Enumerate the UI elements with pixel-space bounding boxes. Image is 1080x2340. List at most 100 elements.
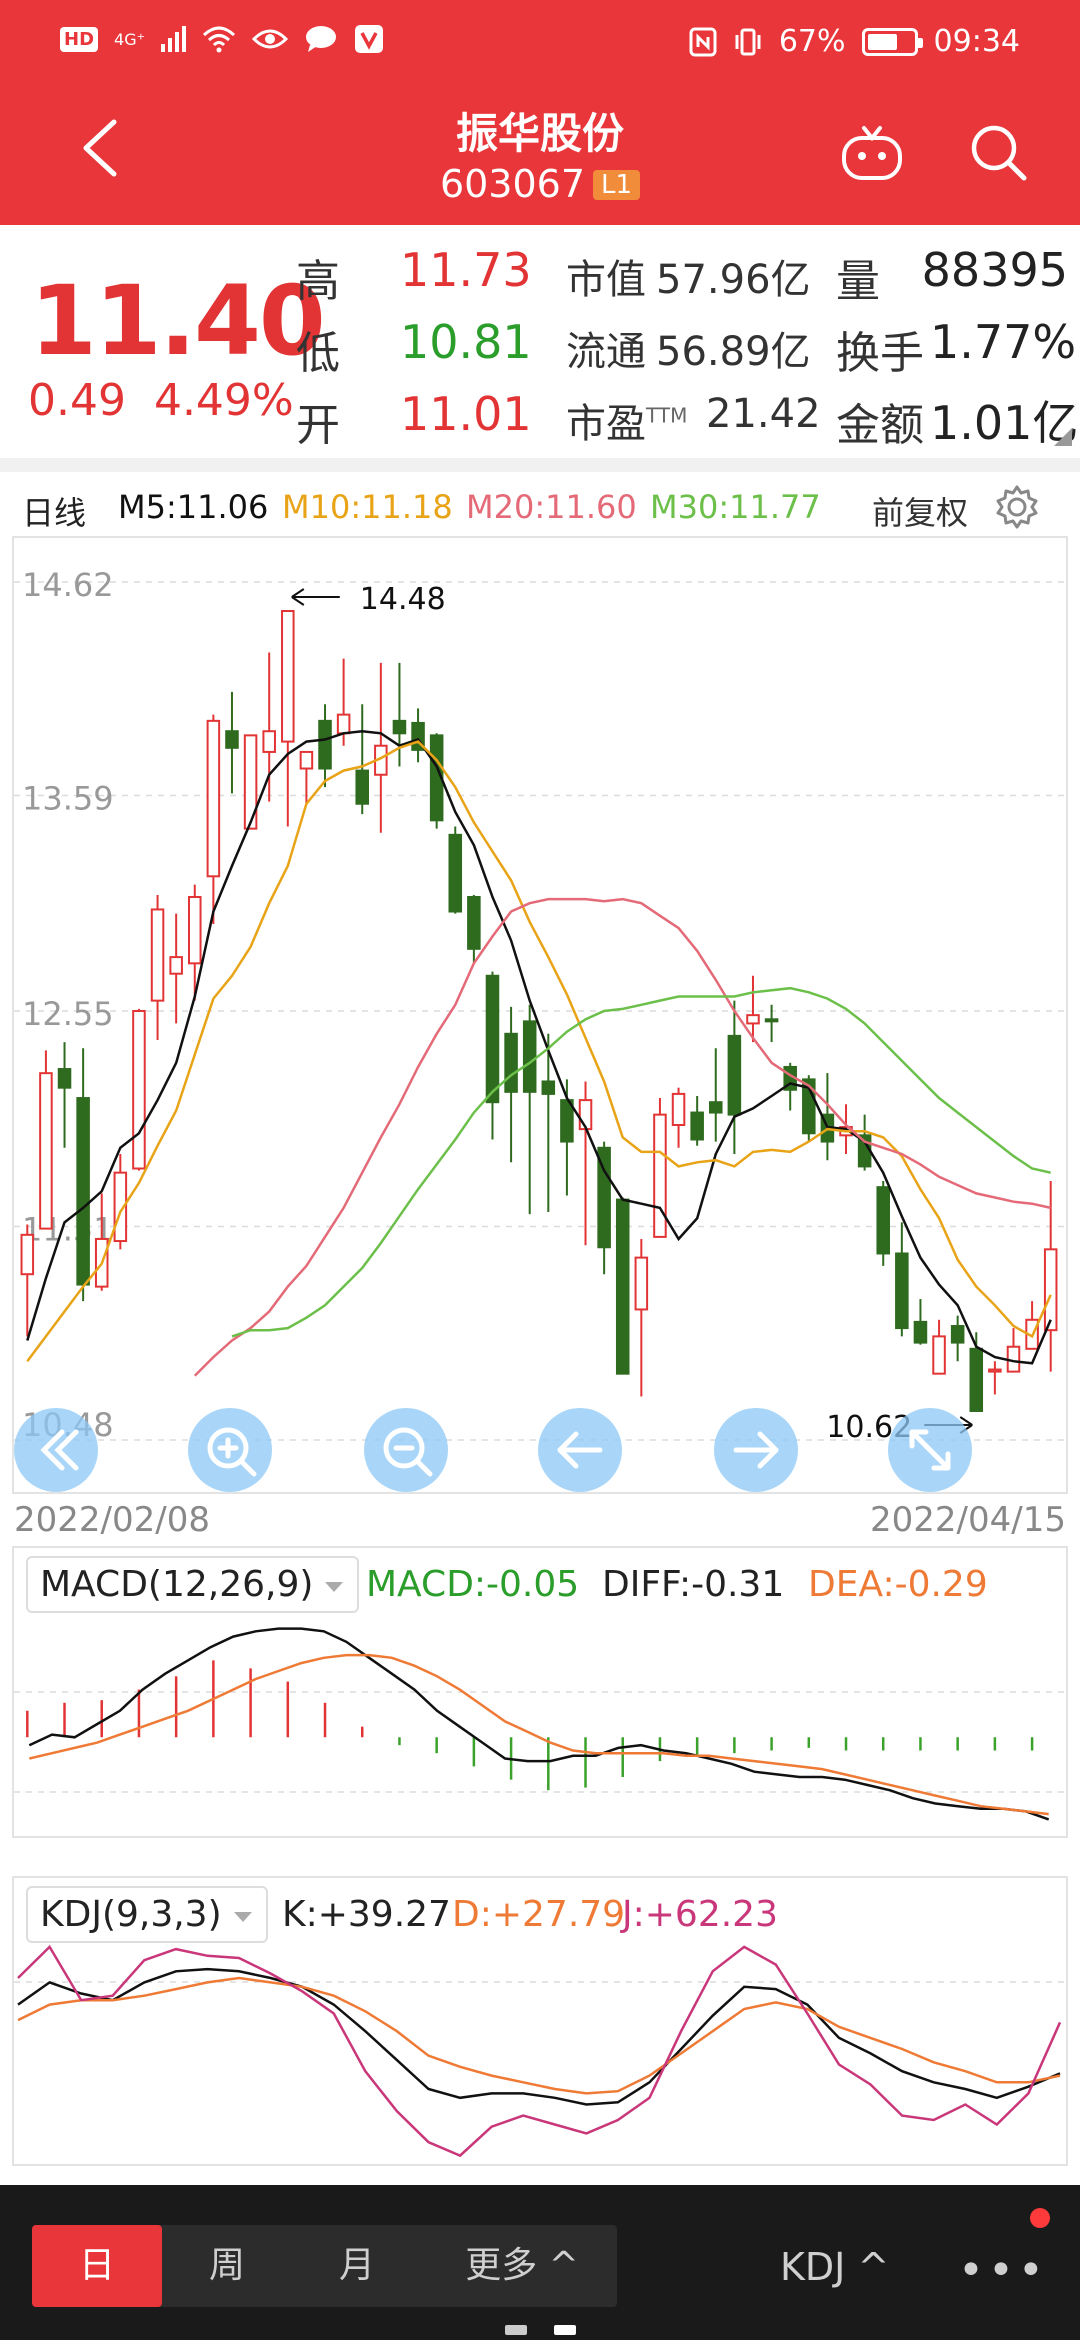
zoom-in-button[interactable] [188, 1408, 272, 1492]
float-cap-value: 56.89亿 [656, 329, 811, 375]
nav-indicator-active [554, 2325, 576, 2335]
eye-icon [252, 29, 289, 49]
fullscreen-button[interactable] [888, 1408, 972, 1492]
status-bar: HD 4G⁺ 67% 09:34 [0, 18, 1080, 68]
candle-body [969, 1347, 984, 1412]
candle-body [522, 1020, 537, 1093]
more-options-button[interactable]: ••• [958, 2245, 1048, 2296]
macd-selector[interactable]: MACD(12,26,9) [26, 1556, 360, 1613]
candle-body [355, 769, 370, 805]
candle-body [281, 610, 295, 743]
macd-value: MACD:-0.05 [366, 1564, 580, 1605]
kline-chart[interactable]: 14.6213.5912.5511.5110.4814.4810.62 [14, 538, 1066, 1492]
macd-line-diff [28, 1627, 1050, 1821]
robot-assistant-icon[interactable] [840, 122, 904, 182]
candle-body [913, 1320, 928, 1344]
candle-body [671, 1092, 686, 1126]
app-badge-icon [355, 25, 384, 53]
high-label: 高 [296, 256, 340, 307]
high-value: 11.73 [400, 243, 532, 297]
turnover-value: 1.77% [930, 315, 1077, 369]
candle-body [467, 896, 481, 950]
battery-icon [861, 27, 923, 56]
tab-more[interactable]: 更多 ^ [432, 2225, 612, 2307]
zoom-out-button[interactable] [364, 1408, 448, 1492]
candle-body [448, 833, 463, 913]
candle-body [336, 713, 351, 735]
candle-body [262, 730, 276, 753]
nfc-icon [689, 27, 717, 56]
stock-code-row: 603067 L1 [0, 162, 1080, 206]
volume-label: 量 [836, 256, 880, 307]
j-value: J:+62.23 [622, 1894, 778, 1935]
dea-value: DEA:-0.29 [808, 1564, 988, 1605]
candle-body [187, 896, 202, 965]
kdj-selector[interactable]: KDJ(9,3,3) [26, 1886, 268, 1943]
candle-body [299, 750, 314, 770]
candle-body [39, 1072, 53, 1230]
low-value: 10.81 [400, 315, 532, 369]
indicator-switch-button[interactable]: KDJ ^ [780, 2245, 889, 2289]
candle-body [225, 730, 239, 749]
chat-icon [306, 26, 337, 52]
candle-body [318, 719, 332, 770]
ma5-value: M5:11.06 [118, 488, 269, 526]
candle-body [578, 1099, 593, 1131]
d-value: D:+27.79 [452, 1894, 626, 1935]
candle-body [150, 908, 165, 1002]
rewind-button[interactable] [14, 1408, 98, 1492]
float-cap-label: 流通 [566, 329, 646, 375]
expand-corner-icon[interactable] [1054, 428, 1072, 446]
candle-body [988, 1368, 1002, 1373]
kline-chart-box[interactable]: 14.62 13.59 12.55 11.51 10.48 14.48 10.62 [12, 536, 1068, 1494]
open-label: 开 [296, 400, 340, 451]
ma30-value: M30:11.77 [650, 488, 821, 526]
candle-body [950, 1325, 965, 1344]
diff-value: DIFF:-0.31 [602, 1564, 785, 1605]
end-date: 2022/04/15 [870, 1500, 1066, 1540]
turnover-label: 换手 [836, 328, 924, 379]
search-icon[interactable] [966, 120, 1030, 184]
candle-body [1043, 1248, 1058, 1332]
app-header: HD 4G⁺ 67% 09:34 振华股份 603067 L1 [0, 0, 1080, 225]
level-badge: L1 [593, 170, 641, 200]
battery-percent: 67% [778, 24, 846, 59]
tab-month[interactable]: 月 [292, 2225, 422, 2307]
y-tick-label: 14.62 [22, 566, 114, 604]
market-cap-value: 57.96亿 [656, 257, 811, 303]
tab-week[interactable]: 周 [162, 2225, 292, 2307]
candle-body [20, 1233, 35, 1276]
candle-body [895, 1252, 909, 1330]
max-arrow [291, 588, 340, 606]
max-price-label: 14.48 [360, 582, 446, 617]
quote-panel: 11.40 0.49 4.49% 高 11.73 市值 57.96亿 量 883… [0, 225, 1080, 460]
clock: 09:34 [933, 24, 1020, 59]
network-type: 4G⁺ [114, 29, 146, 49]
candle-body [132, 1010, 146, 1170]
stock-code: 603067 [439, 162, 586, 206]
candle-body [485, 974, 500, 1104]
ma10-value: M10:11.18 [282, 488, 453, 526]
wifi-icon [203, 26, 236, 53]
pe-label: 市盈TTM [566, 401, 688, 447]
tab-day[interactable]: 日 [32, 2225, 162, 2307]
scroll-right-button[interactable] [714, 1408, 798, 1492]
settings-gear-icon[interactable] [994, 484, 1040, 530]
adjust-mode-button[interactable]: 前复权 [872, 488, 968, 534]
amount-label: 金额 [836, 400, 924, 451]
candle-body [690, 1111, 704, 1141]
nav-indicator [505, 2325, 527, 2335]
signal-icon [161, 26, 187, 52]
candle-body [76, 1097, 90, 1286]
macd-line-dea [29, 1653, 1049, 1816]
amount-value: 1.01亿 [930, 396, 1079, 450]
candle-body [727, 1034, 742, 1116]
price-change: 0.49 4.49% [28, 375, 294, 426]
vibrate-icon [735, 28, 761, 55]
candle-body [708, 1101, 723, 1114]
start-date: 2022/02/08 [14, 1500, 210, 1540]
y-tick-label: 13.59 [22, 779, 114, 817]
ma20-value: M20:11.60 [466, 488, 637, 526]
candle-body [541, 1080, 556, 1095]
scroll-left-button[interactable] [538, 1408, 622, 1492]
